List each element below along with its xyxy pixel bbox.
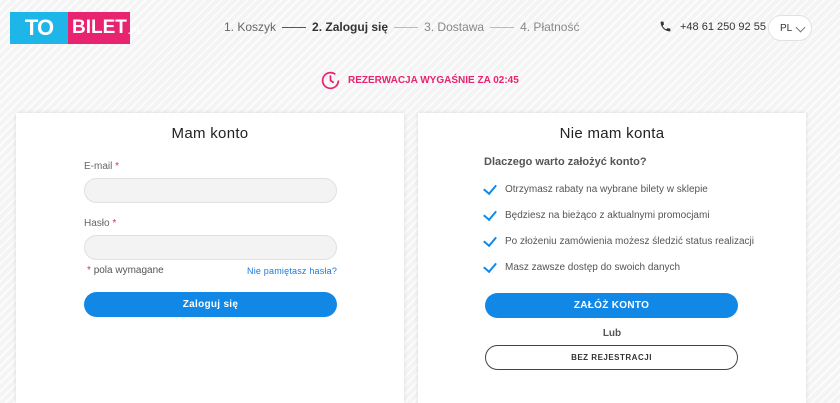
login-card: Mam konto E-mail * Hasło * * pola wymaga… bbox=[16, 113, 404, 403]
step-divider bbox=[394, 26, 419, 28]
required-mark: * bbox=[115, 161, 120, 172]
benefit-text: Masz zawsze dostęp do swoich danych bbox=[505, 262, 681, 273]
benefit-item: Masz zawsze dostęp do swoich danych bbox=[483, 258, 681, 273]
checkout-steps: 1. Koszyk 2. Zaloguj się 3. Dostawa 4. P… bbox=[224, 20, 579, 34]
timer-text: REZERWACJA WYGAŚNIE ZA 02:45 bbox=[348, 75, 519, 86]
benefit-text: Będziesz na bieżąco z aktualnymi promocj… bbox=[505, 210, 710, 221]
password-label: Hasło * bbox=[84, 218, 116, 229]
check-icon bbox=[483, 232, 497, 247]
password-label-text: Hasło bbox=[84, 218, 110, 229]
step-cart[interactable]: 1. Koszyk bbox=[224, 20, 276, 34]
forgot-password-link[interactable]: Nie pamiętasz hasła? bbox=[247, 266, 337, 276]
language-value: PL bbox=[780, 22, 793, 34]
check-icon bbox=[483, 258, 497, 273]
benefit-item: Otrzymasz rabaty na wybrane bilety w skl… bbox=[483, 180, 708, 195]
login-button[interactable]: Zaloguj się bbox=[84, 292, 337, 317]
benefit-text: Otrzymasz rabaty na wybrane bilety w skl… bbox=[505, 184, 708, 195]
register-card: Nie mam konta Dlaczego warto założyć kon… bbox=[418, 113, 806, 403]
step-divider bbox=[282, 26, 307, 28]
check-icon bbox=[483, 180, 497, 195]
benefit-text: Po złożeniu zamówienia możesz śledzić st… bbox=[505, 236, 754, 247]
register-title: Nie mam konta bbox=[559, 125, 665, 142]
step-divider bbox=[490, 26, 515, 28]
step-delivery: 3. Dostawa bbox=[424, 20, 485, 34]
step-payment: 4. Płatność bbox=[520, 20, 580, 34]
or-separator: Lub bbox=[602, 328, 622, 339]
phone-number: +48 61 250 92 55 bbox=[680, 20, 766, 33]
tobilet-logo[interactable]: TO BILET .PL bbox=[10, 12, 142, 44]
check-icon bbox=[483, 206, 497, 221]
required-mark: * bbox=[87, 265, 91, 276]
required-note-text: pola wymagane bbox=[93, 265, 164, 276]
benefit-item: Po złożeniu zamówienia możesz śledzić st… bbox=[483, 232, 754, 247]
timer-icon bbox=[321, 71, 340, 90]
step-login: 2. Zaloguj się bbox=[312, 20, 389, 34]
logo-bilet-text: BILET bbox=[72, 17, 127, 38]
email-label: E-mail * bbox=[84, 161, 119, 172]
email-field[interactable] bbox=[84, 178, 337, 203]
why-heading: Dlaczego warto założyć konto? bbox=[484, 156, 647, 168]
login-title: Mam konto bbox=[171, 125, 249, 142]
create-account-button[interactable]: ZAŁÓŻ KONTO bbox=[485, 293, 738, 318]
guest-checkout-button[interactable]: BEZ REJESTRACJI bbox=[485, 345, 738, 370]
phone-contact[interactable]: +48 61 250 92 55 bbox=[659, 20, 766, 33]
password-field[interactable] bbox=[84, 235, 337, 260]
reservation-timer: REZERWACJA WYGAŚNIE ZA 02:45 bbox=[320, 70, 519, 91]
benefit-item: Będziesz na bieżąco z aktualnymi promocj… bbox=[483, 206, 710, 221]
required-mark: * bbox=[112, 218, 117, 229]
phone-icon bbox=[660, 21, 671, 32]
logo-to: TO bbox=[10, 12, 68, 44]
language-select[interactable]: PL bbox=[768, 15, 812, 41]
required-note: * pola wymagane bbox=[87, 265, 164, 276]
email-label-text: E-mail bbox=[84, 161, 113, 172]
logo-suffix: .PL bbox=[127, 26, 142, 36]
logo-bilet: BILET .PL bbox=[68, 12, 142, 44]
chevron-down-icon bbox=[795, 22, 806, 33]
